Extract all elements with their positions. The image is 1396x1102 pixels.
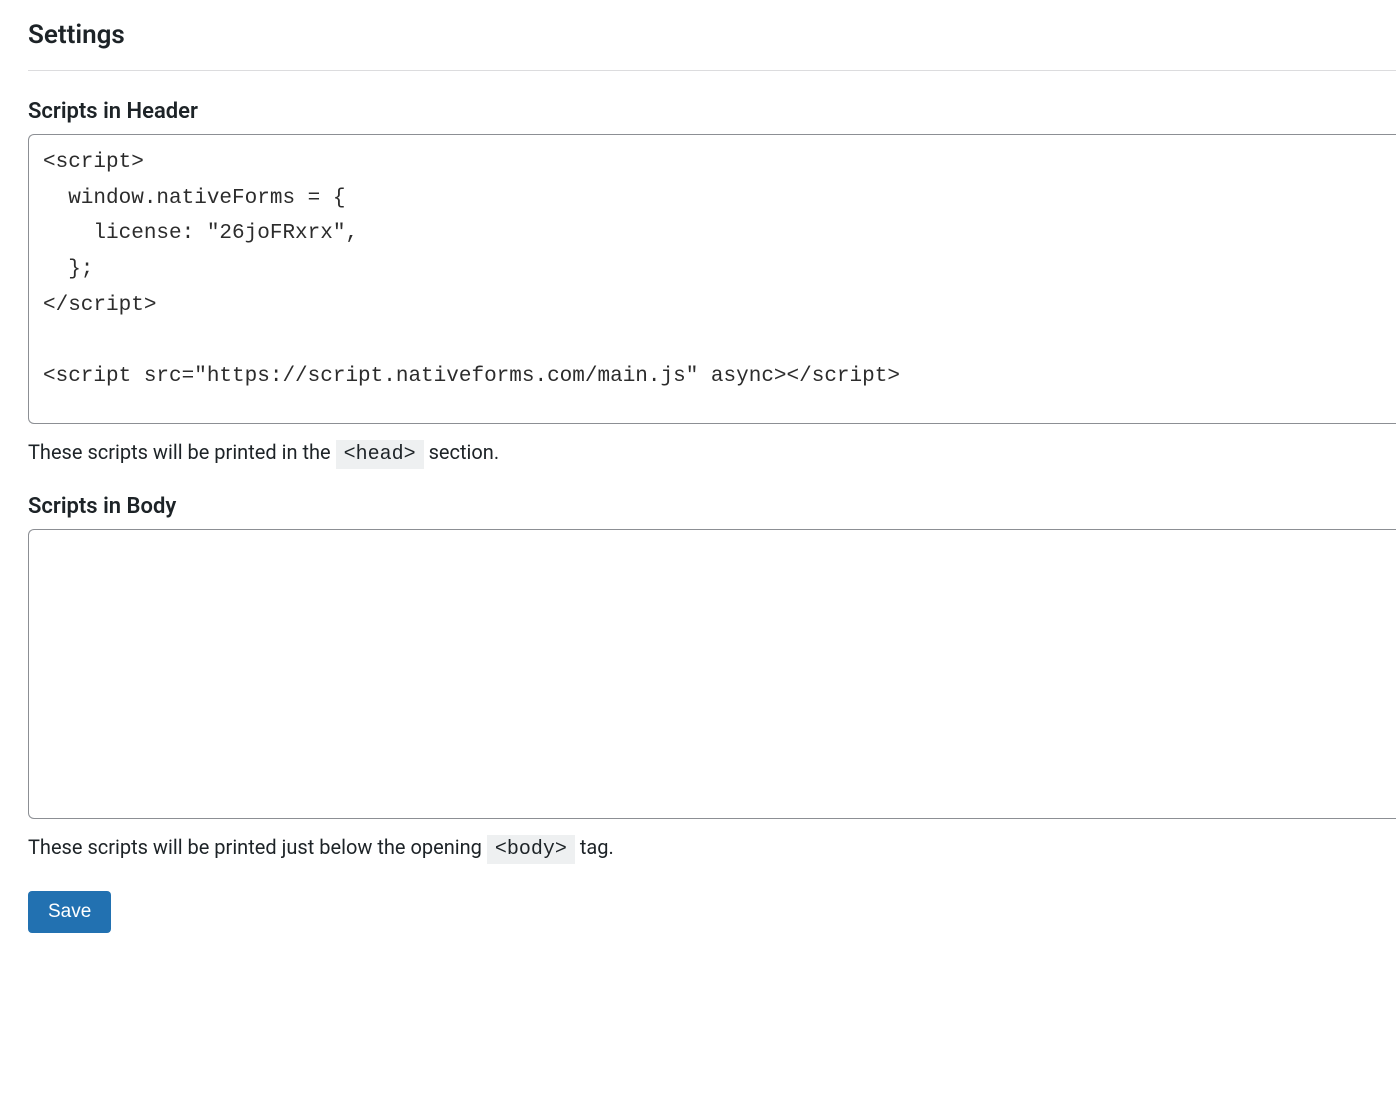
label-scripts-header: Scripts in Header	[28, 99, 1396, 124]
help-text-body-after: tag.	[580, 835, 614, 859]
label-scripts-body: Scripts in Body	[28, 494, 1396, 519]
help-code-body: <body>	[487, 835, 575, 864]
section-scripts-body: Scripts in Body These scripts will be pr…	[28, 494, 1396, 861]
help-text-header-after: section.	[429, 440, 500, 464]
page-title: Settings	[28, 20, 1396, 71]
help-text-body: These scripts will be printed just below…	[28, 835, 1396, 861]
section-scripts-header: Scripts in Header These scripts will be …	[28, 99, 1396, 466]
help-text-header: These scripts will be printed in the <he…	[28, 440, 1396, 466]
help-text-header-before: These scripts will be printed in the	[28, 440, 336, 464]
help-text-body-before: These scripts will be printed just below…	[28, 835, 487, 859]
help-code-head: <head>	[336, 440, 424, 469]
textarea-scripts-header[interactable]	[28, 134, 1396, 424]
textarea-scripts-body[interactable]	[28, 529, 1396, 819]
save-button[interactable]: Save	[28, 891, 111, 933]
